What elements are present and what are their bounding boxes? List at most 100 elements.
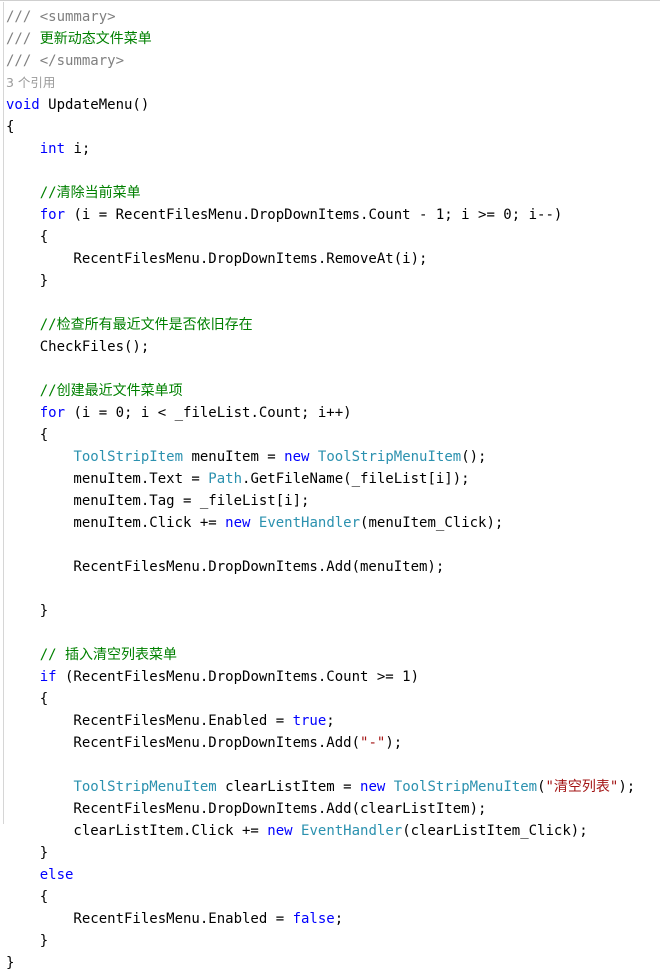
code-token-keyword: if bbox=[6, 669, 57, 685]
code-line[interactable]: //创建最近文件菜单项 bbox=[6, 380, 660, 402]
code-token-keyword: int bbox=[6, 141, 66, 157]
code-token-plain: menuItem.Tag = _fileList[i]; bbox=[6, 493, 310, 509]
code-token-type: EventHandler bbox=[301, 823, 403, 839]
code-token-doc: /// </summary> bbox=[6, 53, 125, 69]
code-token-keyword: for bbox=[6, 405, 66, 421]
code-token-plain: RecentFilesMenu.DropDownItems.Add(menuIt… bbox=[6, 559, 445, 575]
code-line[interactable]: //清除当前菜单 bbox=[6, 182, 660, 204]
code-token-keyword: for bbox=[6, 207, 66, 223]
code-line[interactable]: else bbox=[6, 864, 660, 886]
code-line[interactable]: RecentFilesMenu.Enabled = false; bbox=[6, 908, 660, 930]
code-line[interactable]: menuItem.Click += new EventHandler(menuI… bbox=[6, 512, 660, 534]
code-line[interactable]: { bbox=[6, 226, 660, 248]
code-token-string: "-" bbox=[360, 735, 386, 751]
code-token-plain: menuItem = bbox=[183, 449, 285, 465]
code-line[interactable]: //检查所有最近文件是否依旧存在 bbox=[6, 314, 660, 336]
code-line[interactable]: /// </summary> bbox=[6, 50, 660, 72]
code-line[interactable]: for (i = 0; i < _fileList.Count; i++) bbox=[6, 402, 660, 424]
code-token-keyword: void bbox=[6, 97, 40, 113]
code-token-plain: } bbox=[6, 845, 49, 861]
code-line[interactable]: /// 更新动态文件菜单 bbox=[6, 28, 660, 50]
code-token-plain: clearListItem = bbox=[216, 779, 361, 795]
code-line[interactable]: { bbox=[6, 688, 660, 710]
code-line[interactable]: RecentFilesMenu.DropDownItems.RemoveAt(i… bbox=[6, 248, 660, 270]
code-token-plain: RecentFilesMenu.DropDownItems.Add( bbox=[6, 735, 361, 751]
code-token-plain: } bbox=[6, 273, 49, 289]
code-token-type: ToolStripItem bbox=[73, 449, 184, 465]
code-line[interactable]: ToolStripItem menuItem = new ToolStripMe… bbox=[6, 446, 660, 468]
code-token-plain: } bbox=[6, 603, 49, 619]
code-token-type: ToolStripMenuItem bbox=[393, 779, 538, 795]
code-line[interactable]: // 插入清空列表菜单 bbox=[6, 644, 660, 666]
code-line[interactable]: int i; bbox=[6, 138, 660, 160]
code-line[interactable]: } bbox=[6, 842, 660, 864]
code-line[interactable]: clearListItem.Click += new EventHandler(… bbox=[6, 820, 660, 842]
code-token-type: Path bbox=[208, 471, 243, 487]
code-line[interactable]: RecentFilesMenu.DropDownItems.Add(clearL… bbox=[6, 798, 660, 820]
code-line[interactable]: CheckFiles(); bbox=[6, 336, 660, 358]
code-line[interactable]: } bbox=[6, 270, 660, 292]
code-token-plain: (i = 0; i < _fileList.Count; i++) bbox=[65, 405, 352, 421]
code-token-plain: { bbox=[6, 889, 49, 905]
code-line[interactable]: RecentFilesMenu.DropDownItems.Add(menuIt… bbox=[6, 556, 660, 578]
code-line[interactable]: for (i = RecentFilesMenu.DropDownItems.C… bbox=[6, 204, 660, 226]
code-token-plain: { bbox=[6, 691, 49, 707]
code-token-comment: //创建最近文件菜单项 bbox=[6, 383, 183, 399]
code-token-plain: ); bbox=[385, 735, 403, 751]
code-line[interactable]: 3 个引用 bbox=[6, 72, 660, 94]
code-line[interactable] bbox=[6, 534, 660, 556]
code-line[interactable]: { bbox=[6, 424, 660, 446]
code-line[interactable] bbox=[6, 622, 660, 644]
code-line[interactable] bbox=[6, 160, 660, 182]
code-line[interactable]: menuItem.Tag = _fileList[i]; bbox=[6, 490, 660, 512]
code-line[interactable] bbox=[6, 578, 660, 600]
code-token-keyword: else bbox=[6, 867, 74, 883]
code-token-type: EventHandler bbox=[258, 515, 361, 531]
code-token-comment: // 插入清空列表菜单 bbox=[6, 647, 178, 663]
code-token-plain: i; bbox=[65, 141, 91, 157]
code-line[interactable]: } bbox=[6, 600, 660, 622]
code-line[interactable]: if (RecentFilesMenu.DropDownItems.Count … bbox=[6, 666, 660, 688]
code-token-plain: (menuItem_Click); bbox=[360, 515, 504, 531]
code-token-keyword: new bbox=[284, 449, 310, 465]
code-token-plain: RecentFilesMenu.Enabled = bbox=[6, 911, 293, 927]
code-line[interactable]: } bbox=[6, 952, 660, 974]
code-line[interactable]: { bbox=[6, 886, 660, 908]
code-editor-pane[interactable]: /// <summary> /// 更新动态文件菜单 /// </summary> 3… bbox=[0, 0, 660, 971]
code-token-plain: { bbox=[6, 229, 49, 245]
code-token-keyword: true bbox=[292, 713, 327, 729]
code-line[interactable] bbox=[6, 292, 660, 314]
code-line[interactable]: RecentFilesMenu.Enabled = true; bbox=[6, 710, 660, 732]
code-line[interactable] bbox=[6, 358, 660, 380]
code-line[interactable]: /// <summary> bbox=[6, 6, 660, 28]
code-token-plain: CheckFiles(); bbox=[6, 339, 150, 355]
code-token-keyword: new bbox=[267, 823, 293, 839]
code-token-plain: ); bbox=[618, 779, 636, 795]
code-token-plain: UpdateMenu() bbox=[39, 97, 150, 113]
code-line[interactable]: RecentFilesMenu.DropDownItems.Add("-"); bbox=[6, 732, 660, 754]
code-token-keyword: new bbox=[225, 515, 251, 531]
code-line[interactable]: menuItem.Text = Path.GetFileName(_fileLi… bbox=[6, 468, 660, 490]
code-token-plain: } bbox=[6, 933, 49, 949]
code-token-keyword: new bbox=[360, 779, 386, 795]
code-line[interactable]: ToolStripMenuItem clearListItem = new To… bbox=[6, 776, 660, 798]
code-text-area[interactable]: /// <summary> /// 更新动态文件菜单 /// </summary> 3… bbox=[0, 6, 660, 974]
code-token-plain: } bbox=[6, 955, 15, 971]
code-token-comment: 更新动态文件菜单 bbox=[39, 31, 152, 47]
code-token-plain: { bbox=[6, 119, 15, 135]
code-line[interactable]: } bbox=[6, 930, 660, 952]
code-token-codelens: 3 个引用 bbox=[6, 75, 56, 90]
code-line[interactable] bbox=[6, 754, 660, 776]
code-token-plain: menuItem.Text = bbox=[6, 471, 209, 487]
code-token-plain: clearListItem.Click += bbox=[6, 823, 268, 839]
code-token-comment: //清除当前菜单 bbox=[6, 185, 141, 201]
code-line[interactable]: void UpdateMenu() bbox=[6, 94, 660, 116]
code-token-type: ToolStripMenuItem bbox=[317, 449, 462, 465]
code-line[interactable]: { bbox=[6, 116, 660, 138]
code-token-plain: ( bbox=[537, 779, 546, 795]
